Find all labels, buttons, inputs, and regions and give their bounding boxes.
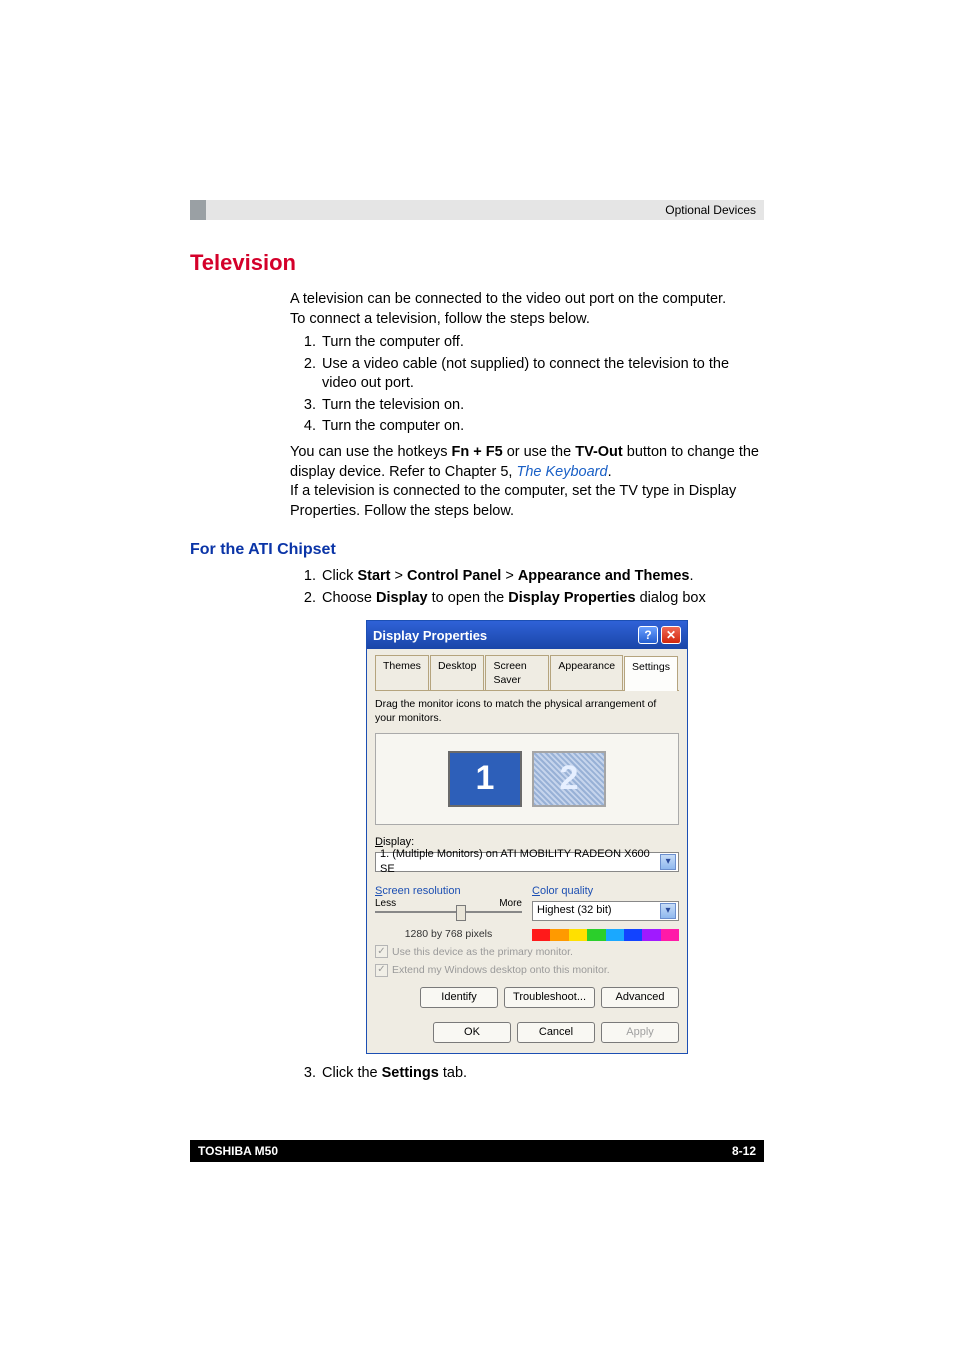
primary-monitor-checkbox: ✓ Use this device as the primary monitor… <box>375 945 679 959</box>
monitor-2[interactable]: 2 <box>532 751 606 807</box>
header-accent <box>190 200 206 220</box>
display-select-value: 1. (Multiple Monitors) on ATI MOBILITY R… <box>380 847 660 877</box>
dialog-tabs: Themes Desktop Screen Saver Appearance S… <box>375 655 679 690</box>
resolution-value: 1280 by 768 pixels <box>375 927 522 941</box>
step-1: Turn the computer off. <box>320 333 764 353</box>
connection-steps: Turn the computer off. Use a video cable… <box>290 333 764 437</box>
resolution-slider[interactable]: Less More <box>375 903 522 921</box>
chapter-label: Optional Devices <box>665 203 756 217</box>
tab-themes[interactable]: Themes <box>375 655 429 689</box>
monitor-arrangement-area[interactable]: 1 2 <box>375 733 679 825</box>
display-select[interactable]: 1. (Multiple Monitors) on ATI MOBILITY R… <box>375 852 679 872</box>
extend-desktop-checkbox: ✓ Extend my Windows desktop onto this mo… <box>375 963 679 977</box>
intro-paragraph-1: A television can be connected to the vid… <box>290 290 764 310</box>
display-properties-dialog: Display Properties ? ✕ Themes Desktop Sc… <box>366 620 688 1054</box>
tv-type-note: If a television is connected to the comp… <box>290 482 764 521</box>
close-button[interactable]: ✕ <box>661 626 681 644</box>
color-quality-label: Color quality <box>532 884 679 899</box>
slider-thumb[interactable] <box>456 905 466 921</box>
tab-screen-saver[interactable]: Screen Saver <box>485 655 549 689</box>
identify-button[interactable]: Identify <box>420 987 498 1008</box>
help-button[interactable]: ? <box>638 626 658 644</box>
chevron-down-icon: ▾ <box>660 854 676 870</box>
chevron-down-icon: ▾ <box>660 903 676 919</box>
cancel-button[interactable]: Cancel <box>517 1022 595 1043</box>
keyboard-chapter-link[interactable]: The Keyboard <box>516 464 607 480</box>
ati-step-3: Click the Settings tab. <box>320 1064 764 1084</box>
ok-button[interactable]: OK <box>433 1022 511 1043</box>
ati-step-2: Choose Display to open the Display Prope… <box>320 589 764 609</box>
color-quality-value: Highest (32 bit) <box>537 903 612 918</box>
troubleshoot-button[interactable]: Troubleshoot... <box>504 987 595 1008</box>
footer-right: 8-12 <box>732 1144 756 1158</box>
page-footer: TOSHIBA M50 8-12 <box>190 1140 764 1162</box>
section-title: Television <box>190 250 764 276</box>
subsection-title: For the ATI Chipset <box>190 541 764 559</box>
tab-hint: Drag the monitor icons to match the phys… <box>375 697 679 725</box>
apply-button: Apply <box>601 1022 679 1043</box>
monitor-1[interactable]: 1 <box>448 751 522 807</box>
tab-appearance[interactable]: Appearance <box>550 655 623 689</box>
color-quality-select[interactable]: Highest (32 bit) ▾ <box>532 901 679 921</box>
step-4: Turn the computer on. <box>320 417 764 437</box>
dialog-titlebar[interactable]: Display Properties ? ✕ <box>367 621 687 649</box>
step-3: Turn the television on. <box>320 396 764 416</box>
ati-step-1: Click Start > Control Panel > Appearance… <box>320 567 764 587</box>
footer-left: TOSHIBA M50 <box>198 1144 278 1158</box>
checkbox-icon: ✓ <box>375 945 388 958</box>
tab-settings[interactable]: Settings <box>624 656 678 690</box>
dialog-title: Display Properties <box>373 627 487 645</box>
color-spectrum <box>532 929 679 941</box>
chapter-header-bar: Optional Devices <box>190 200 764 220</box>
hotkey-paragraph: You can use the hotkeys Fn + F5 or use t… <box>290 443 764 482</box>
step-2: Use a video cable (not supplied) to conn… <box>320 355 764 394</box>
intro-paragraph-2: To connect a television, follow the step… <box>290 310 764 330</box>
ati-steps: Click Start > Control Panel > Appearance… <box>290 567 764 608</box>
tab-desktop[interactable]: Desktop <box>430 655 485 689</box>
advanced-button[interactable]: Advanced <box>601 987 679 1008</box>
checkbox-icon: ✓ <box>375 964 388 977</box>
ati-steps-continued: Click the Settings tab. <box>290 1064 764 1084</box>
